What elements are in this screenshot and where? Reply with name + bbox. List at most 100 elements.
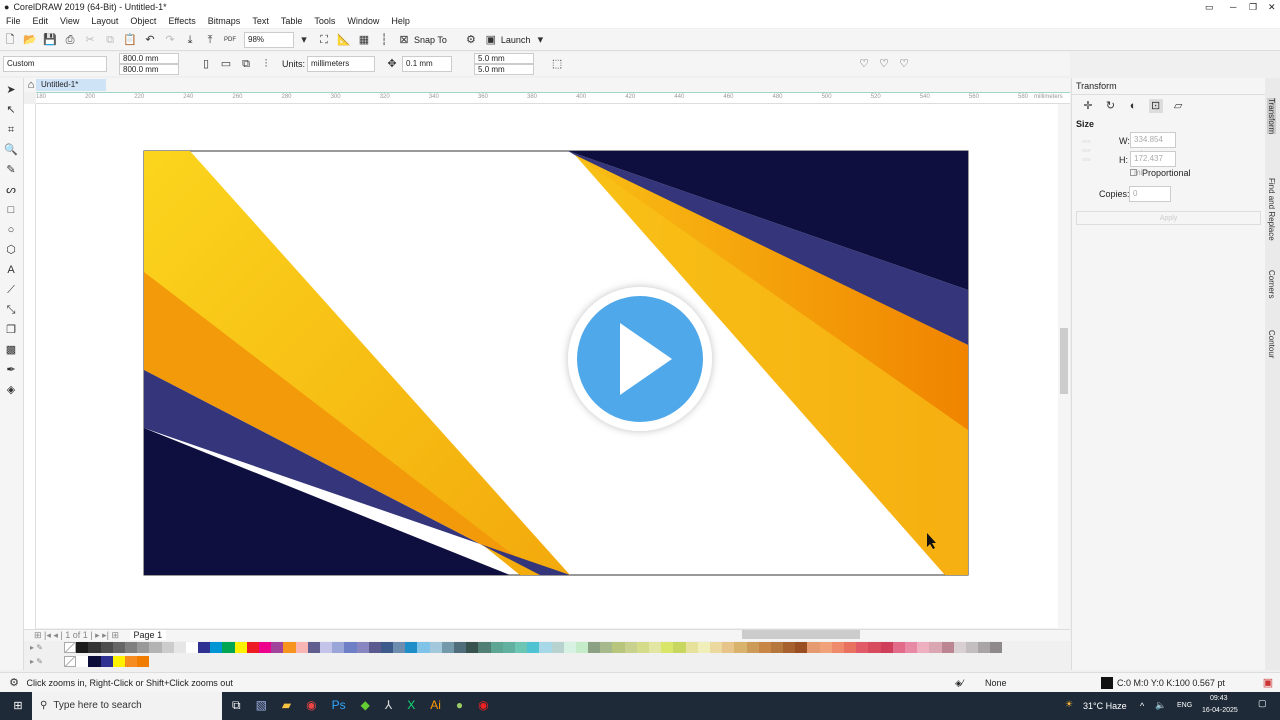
guidelines-icon[interactable]: ┆ <box>377 33 391 47</box>
new-document-icon[interactable]: 🗋 <box>3 33 17 47</box>
undo-icon[interactable]: ↶ <box>143 33 157 47</box>
current-page-icon[interactable]: ⫶ <box>259 57 273 71</box>
launch-button[interactable]: Launch <box>501 35 531 45</box>
full-screen-icon[interactable]: ⛶ <box>317 33 331 47</box>
color-swatch[interactable] <box>588 641 601 653</box>
all-pages-icon[interactable]: ⧉ <box>239 57 253 71</box>
photoshop-icon[interactable]: Ps <box>332 698 346 713</box>
align-icon-1[interactable]: ♡ <box>857 57 871 71</box>
artistic-media-icon[interactable]: ᔕ <box>4 183 18 197</box>
color-swatch[interactable] <box>149 641 162 653</box>
color-swatch[interactable] <box>978 641 991 653</box>
color-swatch[interactable] <box>783 641 796 653</box>
export-icon[interactable]: ⤒ <box>203 33 217 47</box>
rectangle-tool-icon[interactable]: □ <box>4 203 18 217</box>
color-swatch[interactable] <box>880 641 893 653</box>
color-swatch[interactable] <box>612 641 625 653</box>
snap-icon[interactable]: ⊠ <box>397 33 411 47</box>
color-swatch[interactable] <box>137 641 150 653</box>
zoom-level-field[interactable]: 98% <box>244 31 294 48</box>
color-swatch[interactable] <box>441 641 454 653</box>
color-swatch[interactable] <box>88 641 101 653</box>
color-swatch[interactable] <box>600 641 613 653</box>
color-swatch[interactable] <box>722 641 735 653</box>
pick-tool-icon[interactable]: ➤ <box>4 83 18 97</box>
color-swatch[interactable] <box>649 641 662 653</box>
duplicate-y-field[interactable]: 5.0 mm <box>474 64 535 75</box>
color-swatch[interactable] <box>417 641 430 653</box>
freehand-tool-icon[interactable]: ✎ <box>4 163 18 177</box>
duplicate-x-field[interactable]: 5.0 mm <box>474 53 535 64</box>
color-swatch[interactable] <box>831 641 844 653</box>
color-swatch[interactable] <box>575 641 589 653</box>
menu-edit[interactable]: Edit <box>27 14 55 28</box>
height-field[interactable]: 172.437 mi <box>1130 151 1176 177</box>
color-swatch[interactable] <box>283 641 296 653</box>
nudge-distance-field[interactable]: 0.1 mm <box>402 56 453 72</box>
horizontal-ruler[interactable]: 180 200 220 240 260 280 300 320 340 360 380 400 420 4… <box>36 92 1070 104</box>
launch-icon[interactable]: ▣ <box>484 33 498 47</box>
skew-icon[interactable]: ▱ <box>1171 99 1185 113</box>
color-swatch[interactable] <box>819 641 832 653</box>
page-nav-controls[interactable]: ⊞ |◂ ◂ | 1 of 1 | ▸ ▸| ⊞ <box>34 630 119 640</box>
color-swatch[interactable] <box>563 641 576 653</box>
copy-icon[interactable]: ⧉ <box>103 33 117 47</box>
docker-tab-corners[interactable]: Corners <box>1267 270 1276 298</box>
dimension-tool-icon[interactable]: ⟋ <box>4 283 18 297</box>
launch-dropdown-icon[interactable]: ▾ <box>533 33 547 47</box>
color-swatch[interactable] <box>271 641 284 653</box>
shape-tool-icon[interactable]: ↖ <box>4 103 18 117</box>
close-button[interactable]: ✕ <box>1268 0 1276 14</box>
color-swatch[interactable] <box>234 641 247 653</box>
options-gear-icon[interactable]: ⚙ <box>464 33 478 47</box>
landscape-icon[interactable]: ▭ <box>219 57 233 71</box>
color-swatch[interactable] <box>76 641 89 653</box>
ellipse-tool-icon[interactable]: ○ <box>4 223 18 237</box>
color-swatch[interactable] <box>259 641 272 653</box>
menu-tools[interactable]: Tools <box>308 14 341 28</box>
page-size-select[interactable]: Custom <box>3 56 107 72</box>
open-icon[interactable]: 📂 <box>23 33 37 47</box>
drawing-canvas[interactable] <box>36 104 1058 628</box>
windows-start-icon[interactable]: ⊞ <box>11 699 25 713</box>
align-icon-2[interactable]: ♡ <box>877 57 891 71</box>
save-icon[interactable]: 💾 <box>43 33 57 47</box>
eyedropper-icon[interactable]: ✒ <box>4 363 18 377</box>
menu-window[interactable]: Window <box>341 14 385 28</box>
no-color-swatch[interactable] <box>64 655 77 667</box>
clock-date[interactable]: 16-04-2025 <box>1202 707 1238 714</box>
menu-file[interactable]: File <box>0 14 27 28</box>
chrome-icon[interactable]: ◉ <box>306 698 316 713</box>
maximize-button[interactable]: ❐ <box>1249 0 1257 14</box>
color-swatch[interactable] <box>185 641 199 653</box>
color-swatch[interactable] <box>904 641 918 653</box>
language-indicator[interactable]: ENG <box>1177 702 1192 709</box>
zoom-tool-icon[interactable]: 🔍 <box>4 143 18 157</box>
palette-controls[interactable]: ▸ ✎ <box>24 657 64 666</box>
color-swatch[interactable] <box>917 641 930 653</box>
coreldraw-icon[interactable]: ◆ <box>361 698 370 713</box>
color-swatch[interactable] <box>734 641 747 653</box>
color-swatch[interactable] <box>161 641 174 653</box>
color-proof-icon[interactable]: ▣ <box>1261 676 1275 690</box>
crop-tool-icon[interactable]: ⌗ <box>4 123 18 137</box>
color-swatch[interactable] <box>697 641 710 653</box>
text-tool-icon[interactable]: A <box>4 263 18 277</box>
polygon-tool-icon[interactable]: ⬡ <box>4 243 18 257</box>
redo-icon[interactable]: ↷ <box>163 33 177 47</box>
color-swatch[interactable] <box>137 655 150 667</box>
color-swatch[interactable] <box>990 641 1003 653</box>
weather-text[interactable]: 31°C Haze <box>1083 701 1127 711</box>
color-swatch[interactable] <box>490 641 503 653</box>
menu-text[interactable]: Text <box>246 14 275 28</box>
apply-button[interactable]: Apply <box>1076 211 1261 225</box>
coreldraw-active-icon[interactable]: ● <box>456 698 463 713</box>
cut-icon[interactable]: ✂ <box>83 33 97 47</box>
tray-chevron-icon[interactable]: ^ <box>1140 701 1144 711</box>
page-width-field[interactable]: 800.0 mm <box>119 53 179 64</box>
menu-layout[interactable]: Layout <box>85 14 124 28</box>
color-swatch[interactable] <box>405 641 418 653</box>
portrait-icon[interactable]: ▯ <box>199 57 213 71</box>
horizontal-scroll-thumb[interactable] <box>742 630 860 639</box>
color-swatch[interactable] <box>856 641 869 653</box>
